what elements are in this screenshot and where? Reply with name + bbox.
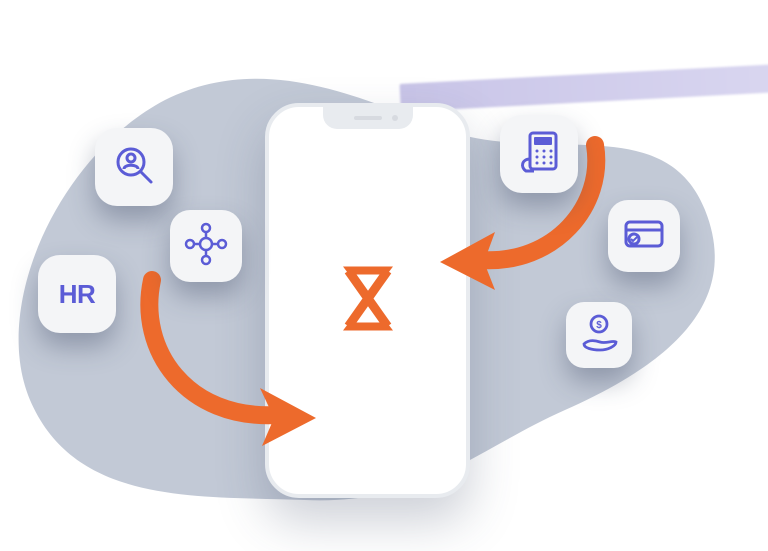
phone-camera	[392, 115, 398, 121]
phone-speaker	[354, 116, 382, 120]
card-check-icon	[622, 216, 666, 257]
svg-text:$: $	[596, 320, 602, 331]
tile-hr: HR	[38, 255, 116, 333]
tile-money-hand: $	[566, 302, 632, 368]
hero-integration-graphic: HR	[0, 0, 768, 551]
search-person-icon	[113, 144, 155, 191]
hourglass-logo-icon	[337, 262, 399, 339]
tile-calculator	[500, 115, 578, 193]
money-hand-icon: $	[578, 312, 620, 359]
tile-people-network	[170, 210, 242, 282]
calculator-icon	[516, 129, 562, 180]
people-network-icon	[184, 222, 228, 271]
arrow-left-icon	[132, 270, 322, 450]
tile-search-person	[95, 128, 173, 206]
tile-card-check	[608, 200, 680, 272]
hr-label: HR	[59, 279, 96, 310]
